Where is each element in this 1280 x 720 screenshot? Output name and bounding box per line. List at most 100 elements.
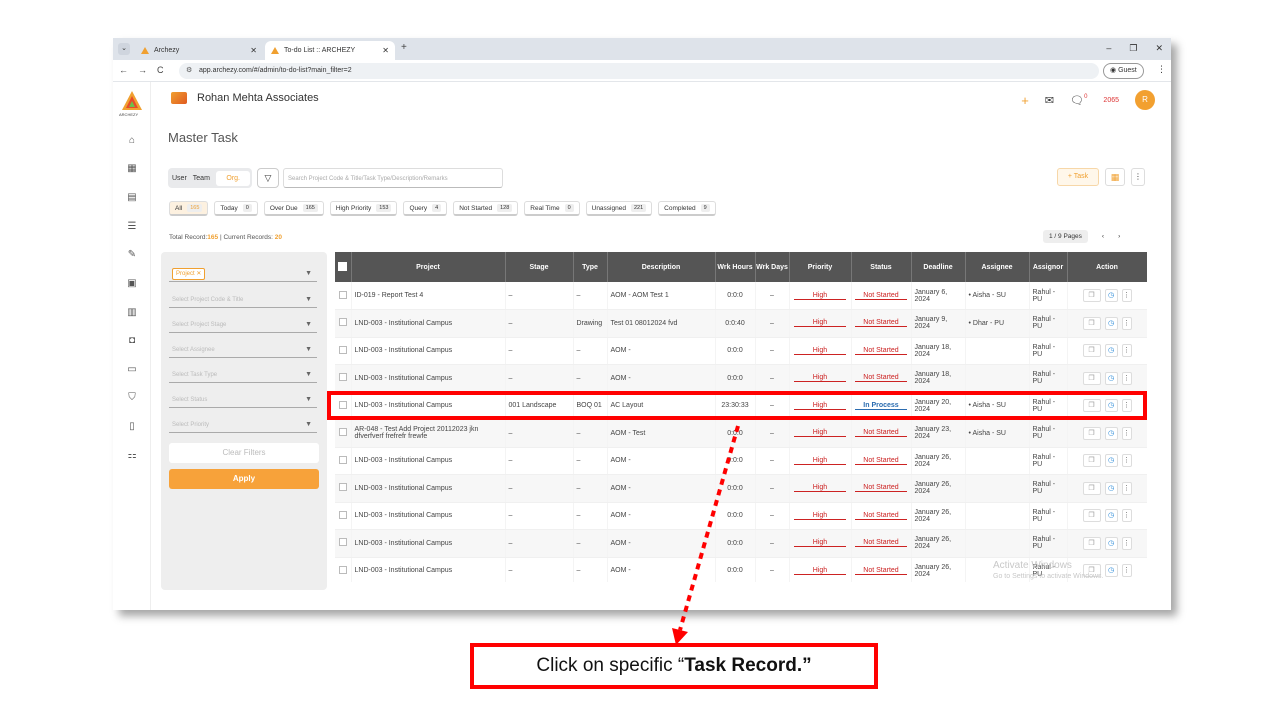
row-checkbox[interactable] [338,373,347,382]
filter-chip[interactable]: Completed 9 [658,201,716,216]
clock-icon[interactable]: ◷ [1104,536,1118,550]
folder-icon[interactable]: ▭ [126,364,138,376]
search-input[interactable]: Search Project Code & Title/Task Type/De… [283,168,503,188]
row-more-icon[interactable]: ⋮ [1121,536,1132,550]
filter-select[interactable]: Select Priority ▼ [169,417,317,433]
row-checkbox[interactable] [338,345,347,354]
clock-icon[interactable]: ◷ [1104,289,1118,302]
next-page-button[interactable]: › [1118,233,1120,240]
status-badge[interactable]: Not Started [855,567,907,575]
status-badge[interactable]: Not Started [855,319,907,328]
filter-select[interactable]: Select Assignee ▼ [169,342,317,358]
table-row[interactable]: LND-003 - Institutional Campus – Drawing Te… [335,309,1147,338]
comment-icon[interactable]: ❐ [1082,481,1101,495]
select-all-checkbox[interactable] [338,261,348,271]
table-row[interactable]: LND-003 - Institutional Campus 001 Landsc… [335,392,1147,420]
apply-button[interactable]: Apply [169,469,319,489]
priority-badge[interactable]: High [794,512,846,520]
row-more-icon[interactable]: ⋮ [1121,509,1132,523]
project-filter-select[interactable]: Project ✕ ▼ [169,266,317,282]
forward-icon[interactable]: → [138,65,147,75]
table-view-icon[interactable]: ▦ [1105,168,1125,186]
close-window-icon[interactable]: ✕ [1155,43,1163,54]
filter-chip[interactable]: Query 4 [403,201,448,216]
quick-add-icon[interactable]: + [1021,93,1029,108]
row-checkbox[interactable] [338,483,347,492]
url-field[interactable]: ⚙ app.archezy.com/#/admin/to-do-list?mai… [179,63,1099,79]
filter-chip[interactable]: High Priority 153 [329,201,398,216]
priority-badge[interactable]: High [794,292,846,300]
filter-select[interactable]: Select Status ▼ [169,392,317,408]
priority-badge[interactable]: High [794,457,846,465]
calculator-icon[interactable]: ▦ [126,163,138,175]
comment-icon[interactable]: ❐ [1082,289,1101,302]
status-badge[interactable]: Not Started [855,539,907,548]
row-more-icon[interactable]: ⋮ [1121,426,1132,440]
comment-icon[interactable]: ❐ [1082,509,1101,523]
new-tab-button[interactable]: + [401,42,407,53]
add-task-button[interactable]: + Task [1057,168,1099,186]
row-checkbox[interactable] [338,400,347,409]
close-tab-icon[interactable]: ✕ [250,46,257,55]
bag-icon[interactable]: ◘ [126,335,138,347]
filter-icon[interactable]: ▽ [257,168,279,188]
row-checkbox[interactable] [338,290,347,299]
filter-chip[interactable]: Not Started 128 [453,201,519,216]
row-more-icon[interactable]: ⋮ [1121,399,1132,413]
clock-icon[interactable]: ◷ [1104,564,1118,578]
coins-icon[interactable]: 2065 [1103,97,1119,104]
priority-badge[interactable]: High [794,539,846,548]
comment-icon[interactable]: ❐ [1082,536,1101,550]
priority-badge[interactable]: High [794,484,846,493]
restore-icon[interactable]: ❐ [1129,43,1137,54]
report-icon[interactable]: ▣ [126,278,138,290]
row-more-icon[interactable]: ⋮ [1121,564,1132,578]
document-icon[interactable]: ▯ [126,421,138,433]
prev-page-button[interactable]: ‹ [1102,233,1104,240]
home-icon[interactable]: ⌂ [126,135,138,147]
row-more-icon[interactable]: ⋮ [1121,344,1132,358]
table-row[interactable]: LND-003 - Institutional Campus – – AOM -0:0… [335,337,1147,365]
status-badge[interactable]: Not Started [855,292,907,300]
priority-badge[interactable]: High [794,429,846,438]
row-checkbox[interactable] [338,538,347,547]
row-checkbox[interactable] [338,510,347,519]
clock-icon[interactable]: ◷ [1104,371,1118,385]
row-checkbox[interactable] [338,428,347,437]
comment-icon[interactable]: ❐ [1082,316,1101,330]
clock-icon[interactable]: ◷ [1104,454,1118,468]
table-row[interactable]: LND-003 - Institutional Campus – – AOM -0:0… [335,474,1147,503]
clock-icon[interactable]: ◷ [1104,316,1118,330]
shield-icon[interactable]: ⛉ [126,392,138,404]
comment-icon[interactable]: ❐ [1082,371,1101,385]
table-row[interactable]: ID-019 - Report Test 4– – AOM - AOM Test 1… [335,282,1147,310]
status-badge[interactable]: Not Started [855,512,907,520]
filter-select[interactable]: Select Task Type ▼ [169,367,317,383]
priority-badge[interactable]: High [794,374,846,383]
comment-icon[interactable]: ❐ [1082,454,1101,468]
filter-chip[interactable]: All 165 [169,201,209,216]
row-more-icon[interactable]: ⋮ [1121,481,1132,495]
table-row[interactable]: LND-003 - Institutional Campus – – AOM -0:0… [335,529,1147,558]
row-checkbox[interactable] [338,455,347,464]
filter-chip[interactable]: Unassigned 221 [585,201,653,216]
table-row[interactable]: LND-003 - Institutional Campus – – AOM -0:0… [335,364,1147,393]
status-badge[interactable]: Not Started [855,484,907,493]
clock-icon[interactable]: ◷ [1104,399,1118,413]
book-icon[interactable]: ▥ [126,307,138,319]
toggle-user[interactable]: User [172,175,187,182]
back-icon[interactable]: ← [119,65,128,75]
filter-chip[interactable]: Today 0 [214,201,258,216]
toggle-org[interactable]: Org. [216,170,250,186]
tab-search-button[interactable]: ⌄ [118,43,130,55]
close-tab-icon[interactable]: ✕ [382,46,389,55]
clock-icon[interactable]: ◷ [1104,344,1118,358]
avatar[interactable]: R [1135,90,1155,110]
clock-icon[interactable]: ◷ [1104,426,1118,440]
hierarchy-icon[interactable]: ⚏ [126,450,138,462]
row-more-icon[interactable]: ⋮ [1121,316,1132,330]
clipboard-icon[interactable]: ▤ [126,192,138,204]
table-row[interactable]: AR-048 - Test Add Project 20112023 jkn d… [335,419,1147,448]
status-badge[interactable]: In Process [855,402,907,410]
status-badge[interactable]: Not Started [855,457,907,465]
